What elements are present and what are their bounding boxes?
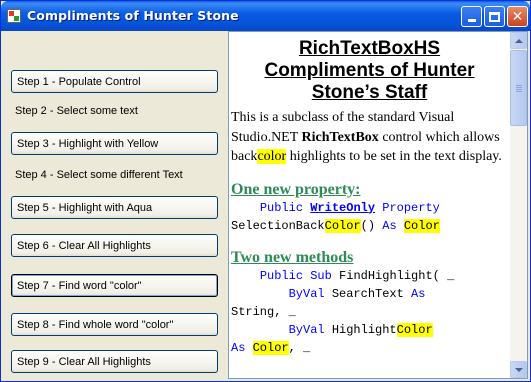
- scroll-down-button[interactable]: [510, 361, 527, 378]
- step5-highlight-aqua-button[interactable]: Step 5 - Highlight with Aqua: [11, 196, 218, 219]
- code-line-2: SelectionBackColor() As Color: [229, 217, 510, 235]
- keyword-property: Property: [382, 200, 440, 215]
- step6-clear-highlights-button[interactable]: Step 6 - Clear All Highlights: [11, 234, 218, 257]
- code-line-6: ByVal HighlightColor: [229, 321, 510, 339]
- grip-line: [516, 85, 522, 86]
- grip-line: [516, 91, 522, 92]
- code-line-7: As Color, _: [229, 339, 510, 357]
- keyword-as: As: [231, 340, 246, 355]
- keyword-byval: ByVal: [288, 322, 325, 337]
- scroll-up-icon: [514, 38, 523, 43]
- method-name: FindHighlight( _: [331, 268, 455, 283]
- rich-text-content[interactable]: RichTextBoxHS Compliments of Hunter Ston…: [229, 32, 510, 378]
- maximize-button[interactable]: [484, 6, 505, 27]
- minimize-icon: [467, 19, 476, 22]
- para-bold-classname: RichTextBox: [301, 129, 379, 145]
- step4-label: Step 4 - Select some different Text: [15, 169, 183, 181]
- keyword-writeonly: WriteOnly: [310, 200, 376, 215]
- minimize-button[interactable]: [461, 6, 482, 27]
- app-window: Compliments of Hunter Stone ✕ Step 1 - P…: [0, 0, 531, 382]
- highlighted-word: Color: [403, 218, 440, 233]
- para-text-3: highlights to be set in the text display…: [286, 149, 502, 164]
- keyword-as: As: [411, 286, 426, 301]
- client-area: Step 1 - Populate Control Step 2 - Selec…: [5, 31, 528, 379]
- code-line-5: String, _: [229, 303, 510, 321]
- close-button[interactable]: ✕: [507, 6, 528, 27]
- title-bar[interactable]: Compliments of Hunter Stone ✕: [1, 1, 530, 31]
- grip-line: [516, 87, 522, 88]
- keyword-byval: ByVal: [288, 286, 325, 301]
- vertical-scrollbar[interactable]: [510, 32, 527, 378]
- app-icon[interactable]: [7, 9, 21, 23]
- highlighted-word: Color: [324, 218, 361, 233]
- step2-label: Step 2 - Select some text: [15, 105, 138, 117]
- step7-find-word-button[interactable]: Step 7 - Find word "color": [11, 274, 218, 297]
- maximize-icon: [489, 11, 500, 22]
- grip-line: [516, 89, 522, 90]
- param-name: SearchText: [324, 286, 412, 301]
- highlighted-word: Color: [396, 322, 433, 337]
- property-name: SelectionBack: [231, 218, 325, 233]
- step8-find-whole-word-button[interactable]: Step 8 - Find whole word "color": [11, 313, 218, 336]
- highlighted-word: Color: [252, 340, 289, 355]
- scroll-thumb[interactable]: [510, 50, 527, 126]
- rich-text-box[interactable]: RichTextBoxHS Compliments of Hunter Ston…: [228, 31, 528, 379]
- section-heading-methods: Two new methods: [231, 248, 354, 266]
- close-icon: ✕: [511, 8, 524, 25]
- param-type: String, _: [231, 304, 296, 319]
- keyword-sub: Sub: [310, 268, 332, 283]
- rtb-heading: RichTextBoxHS Compliments of Hunter Ston…: [229, 38, 510, 104]
- keyword-public: Public: [259, 268, 304, 283]
- code-line-4: ByVal SearchText As: [229, 285, 510, 303]
- step3-highlight-yellow-button[interactable]: Step 3 - Highlight with Yellow: [11, 132, 218, 155]
- section-heading-property: One new property:: [231, 180, 361, 198]
- window-title: Compliments of Hunter Stone: [27, 8, 239, 23]
- scroll-up-button[interactable]: [510, 32, 527, 49]
- scroll-down-icon: [514, 367, 523, 372]
- keyword-as: As: [382, 218, 397, 233]
- intro-paragraph: This is a subclass of the standard Visua…: [229, 108, 510, 167]
- code-line-3: Public Sub FindHighlight( _: [229, 267, 510, 285]
- code-parens: (): [360, 218, 383, 233]
- step1-populate-button[interactable]: Step 1 - Populate Control: [11, 70, 218, 93]
- code-line-1: Public WriteOnly Property: [229, 199, 510, 217]
- param-name: Highlight: [324, 322, 397, 337]
- heading-line-2: Compliments of Hunter: [264, 60, 475, 81]
- code-continuation: , _: [288, 340, 311, 355]
- highlighted-word: color: [257, 149, 287, 164]
- step9-clear-highlights-button[interactable]: Step 9 - Clear All Highlights: [11, 350, 218, 373]
- keyword-public: Public: [259, 200, 304, 215]
- heading-line-1: RichTextBoxHS: [298, 38, 441, 59]
- heading-line-3: Stone’s Staff: [311, 82, 428, 103]
